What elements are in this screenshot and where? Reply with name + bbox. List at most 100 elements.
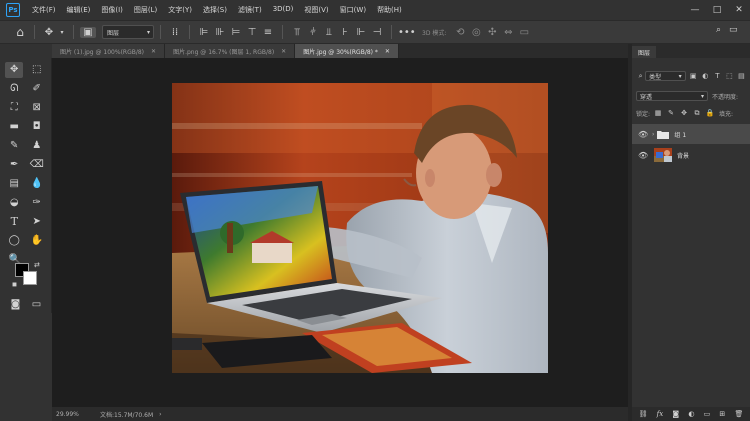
move-tool-icon[interactable]: ✥: [41, 27, 57, 38]
expand-arrow-icon[interactable]: ›: [652, 131, 654, 138]
menu-type[interactable]: 文字(Y): [168, 5, 192, 15]
swap-colors-icon[interactable]: ⇄: [34, 261, 40, 269]
lock-pixels-icon[interactable]: ✎: [666, 109, 676, 118]
brush-tool-icon[interactable]: ✎: [5, 138, 23, 154]
layer-row-group[interactable]: 👁 › 组 1: [632, 124, 750, 144]
home-icon[interactable]: ⌂: [12, 25, 28, 39]
blend-mode-dropdown[interactable]: 穿透 ▾: [636, 91, 708, 101]
menu-filter[interactable]: 滤镜(T): [238, 5, 262, 15]
3d-pan-icon[interactable]: ✣: [484, 27, 500, 38]
menu-window[interactable]: 窗口(W): [340, 5, 366, 15]
lock-position-icon[interactable]: ✥: [679, 109, 689, 118]
tab-document-2[interactable]: 图片.png @ 16.7% (图层 1, RGB/8) ✕: [165, 44, 296, 58]
quick-mask-icon[interactable]: ◙: [7, 296, 25, 312]
adjustment-layer-icon[interactable]: ◐: [688, 410, 694, 418]
dodge-tool-icon[interactable]: ◒: [5, 195, 23, 211]
auto-select-dropdown[interactable]: 图层 ▾: [102, 25, 154, 39]
hand-tool-icon[interactable]: ✋: [28, 233, 46, 249]
blur-tool-icon[interactable]: 💧: [28, 176, 46, 192]
delete-layer-icon[interactable]: 🗑: [734, 410, 743, 418]
patch-tool-icon[interactable]: ◘: [28, 119, 46, 135]
3d-orbit-icon[interactable]: ⟲: [452, 27, 468, 38]
marquee-tool-icon[interactable]: ⬚: [28, 62, 46, 78]
3d-roll-icon[interactable]: ◎: [468, 27, 484, 38]
menu-image[interactable]: 图像(I): [101, 5, 123, 15]
menu-layer[interactable]: 图层(L): [134, 5, 157, 15]
new-group-icon[interactable]: ▭: [704, 410, 711, 418]
3d-scale-icon[interactable]: ▭: [516, 27, 532, 38]
align-left-icon[interactable]: ⊫: [196, 27, 212, 38]
tab-layers[interactable]: 图层: [632, 46, 657, 58]
menu-select[interactable]: 选择(S): [203, 5, 227, 15]
gradient-tool-icon[interactable]: ▤: [5, 176, 23, 192]
close-icon[interactable]: ✕: [281, 48, 286, 55]
shape-tool-icon[interactable]: ◯: [5, 233, 23, 249]
distribute-center-icon[interactable]: ⊩: [353, 27, 369, 38]
crop-tool-icon[interactable]: ⛶: [5, 100, 23, 116]
lock-transparent-icon[interactable]: ▦: [653, 109, 663, 118]
chevron-down-icon[interactable]: ▾: [57, 29, 67, 36]
auto-select-checkbox[interactable]: ▣: [80, 26, 96, 38]
align-right-icon[interactable]: ⊨: [228, 27, 244, 38]
divider: [160, 25, 161, 39]
screen-mode-icon[interactable]: ▭: [28, 296, 46, 312]
align-center-icon[interactable]: ⊪: [212, 27, 228, 38]
quick-select-tool-icon[interactable]: ✐: [28, 81, 46, 97]
pen-tool-icon[interactable]: ✑: [28, 195, 46, 211]
close-button[interactable]: ✕: [728, 5, 750, 15]
distribute-top-icon[interactable]: ⫪: [289, 27, 305, 38]
document-image[interactable]: [172, 83, 548, 373]
filter-type-dropdown[interactable]: 类型 ▾: [645, 71, 686, 81]
distribute-bottom-icon[interactable]: ⫫: [321, 27, 337, 38]
align-top-icon[interactable]: ⊤: [244, 27, 260, 38]
3d-slide-icon[interactable]: ⇔: [500, 27, 516, 38]
eraser-tool-icon[interactable]: ⌫: [28, 157, 46, 173]
background-color-swatch[interactable]: [23, 271, 37, 285]
zoom-level[interactable]: 29.99%: [56, 411, 92, 418]
link-layers-icon[interactable]: ⛓: [639, 410, 648, 418]
eye-icon[interactable]: 👁: [638, 151, 648, 160]
menu-view[interactable]: 视图(V): [304, 5, 328, 15]
add-mask-icon[interactable]: ◙: [672, 410, 679, 418]
frame-tool-icon[interactable]: ⊠: [28, 100, 46, 116]
move-tool-icon[interactable]: ✥: [5, 61, 24, 78]
distribute-right-icon[interactable]: ⊣: [369, 27, 385, 38]
filter-pixel-icon[interactable]: ▣: [689, 72, 698, 81]
lock-all-icon[interactable]: 🔒: [705, 109, 715, 118]
menu-file[interactable]: 文件(F): [32, 5, 56, 15]
transform-controls-icon[interactable]: ⁞⁞: [167, 27, 183, 38]
more-options-icon[interactable]: •••: [398, 27, 416, 38]
distribute-left-icon[interactable]: ⊦: [337, 27, 353, 38]
close-icon[interactable]: ✕: [385, 48, 390, 55]
filter-shape-icon[interactable]: ⬚: [725, 72, 734, 81]
default-colors-icon[interactable]: ◼: [12, 281, 17, 288]
search-icon[interactable]: ⌕: [716, 25, 721, 35]
close-icon[interactable]: ✕: [151, 48, 156, 55]
menu-edit[interactable]: 编辑(E): [67, 5, 91, 15]
layer-row-background[interactable]: 👁 背景: [632, 145, 750, 165]
workspace-icon[interactable]: ▭: [729, 25, 738, 35]
new-layer-icon[interactable]: ⊞: [719, 410, 725, 418]
canvas-area[interactable]: [52, 58, 628, 407]
path-select-tool-icon[interactable]: ➤: [28, 214, 46, 230]
history-brush-icon[interactable]: ✒: [5, 157, 23, 173]
eye-icon[interactable]: 👁: [638, 130, 648, 139]
lock-artboard-icon[interactable]: ⧉: [692, 109, 702, 118]
status-menu-arrow[interactable]: ›: [159, 411, 161, 418]
lasso-tool-icon[interactable]: ᘏ: [5, 81, 23, 97]
layer-style-icon[interactable]: fx: [657, 410, 664, 418]
tab-document-3[interactable]: 图片.jpg @ 30%(RGB/8) * ✕: [295, 44, 399, 58]
align-middle-icon[interactable]: ≡: [260, 27, 276, 38]
stamp-tool-icon[interactable]: ♟: [28, 138, 46, 154]
minimize-button[interactable]: —: [684, 5, 706, 15]
ruler-tool-icon[interactable]: ▬: [5, 119, 23, 135]
maximize-button[interactable]: □: [706, 5, 728, 15]
distribute-middle-icon[interactable]: ⫩: [305, 27, 321, 38]
filter-adjustment-icon[interactable]: ◐: [701, 72, 710, 81]
filter-smart-icon[interactable]: ▤: [737, 72, 746, 81]
menu-3d[interactable]: 3D(D): [273, 5, 294, 15]
menu-help[interactable]: 帮助(H): [377, 5, 402, 15]
filter-type-icon[interactable]: T: [713, 72, 722, 81]
tab-document-1[interactable]: 图片 (1).jpg @ 100%(RGB/8) ✕: [52, 44, 166, 58]
type-tool-icon[interactable]: T: [5, 214, 23, 230]
